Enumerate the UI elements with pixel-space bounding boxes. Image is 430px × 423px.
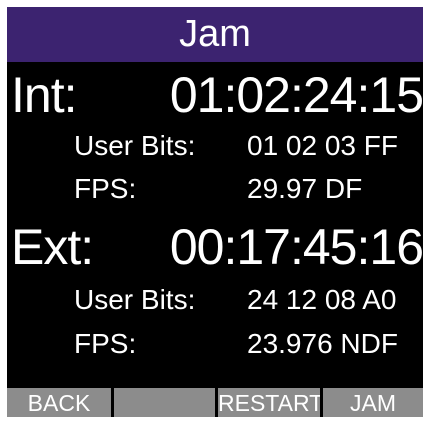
external-user-bits-label: User Bits: bbox=[74, 284, 196, 315]
lcd-screen: Jam Int: 01:02:24:15 User Bits: 01 02 03… bbox=[7, 7, 423, 417]
internal-label: Int: bbox=[11, 67, 77, 123]
jam-softkey[interactable]: JAM bbox=[323, 388, 423, 417]
external-timecode: 00:17:45:16 bbox=[169, 219, 423, 275]
blank-softkey[interactable] bbox=[114, 388, 215, 417]
restart-softkey[interactable]: RESTART bbox=[218, 388, 320, 417]
external-label: Ext: bbox=[11, 219, 94, 275]
internal-timecode: 01:02:24:15 bbox=[169, 67, 423, 123]
back-softkey[interactable]: BACK bbox=[7, 388, 111, 417]
internal-fps-label: FPS: bbox=[74, 173, 137, 204]
external-fps-value: 23.976 NDF bbox=[247, 328, 398, 359]
restart-softkey-label: RESTART bbox=[218, 390, 320, 416]
back-softkey-label: BACK bbox=[27, 390, 91, 416]
internal-user-bits-label: User Bits: bbox=[74, 130, 196, 161]
external-fps-label: FPS: bbox=[74, 328, 137, 359]
screen-title: Jam bbox=[179, 13, 251, 55]
internal-fps-value: 29.97 DF bbox=[247, 173, 363, 204]
internal-user-bits-value: 01 02 03 FF bbox=[247, 130, 398, 161]
device-frame: Jam Int: 01:02:24:15 User Bits: 01 02 03… bbox=[0, 0, 430, 423]
external-user-bits-value: 24 12 08 A0 bbox=[247, 284, 397, 315]
title-bar: Jam bbox=[7, 7, 423, 62]
softkey-bar: BACK RESTART JAM bbox=[7, 385, 423, 417]
jam-softkey-label: JAM bbox=[350, 390, 396, 416]
